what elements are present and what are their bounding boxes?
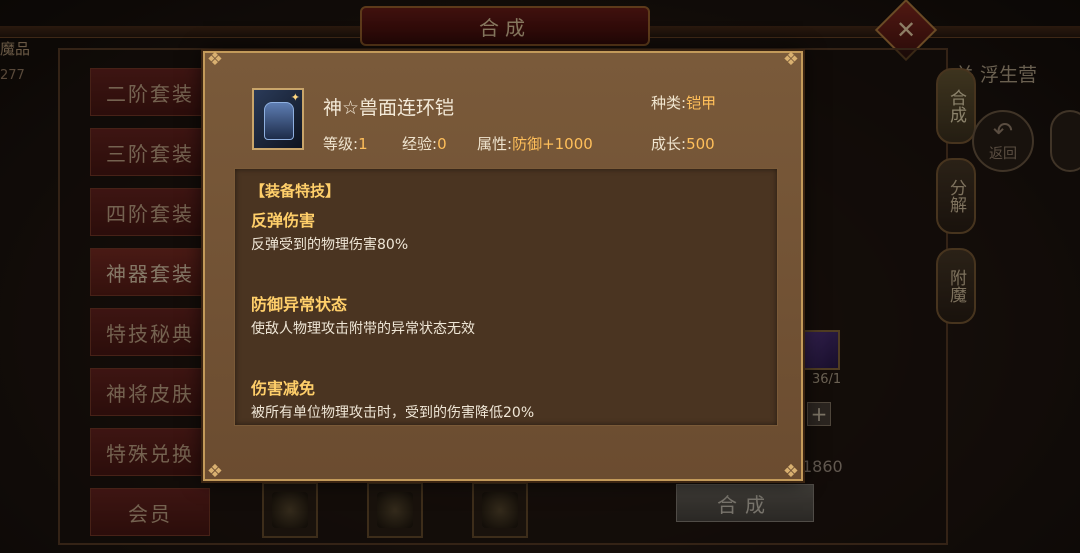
item-detail-popup: ❖ ❖ ❖ ❖ ✦ 神☆兽面连环铠 种类:铠甲 等级:1 经验:0 属性:防御+… (203, 49, 803, 482)
skill-entry: 伤害减免 被所有单位物理攻击时，受到的伤害降低20% (251, 375, 534, 422)
exp-value: 0 (437, 135, 447, 153)
growth-value: 500 (686, 135, 715, 153)
kind-value: 铠甲 (686, 94, 717, 112)
skills-panel: 【装备特技】 反弹伤害 反弹受到的物理伤害80% 防御异常状态 使敌人物理攻击附… (234, 168, 778, 426)
level-value: 1 (358, 135, 368, 153)
skill-description: 被所有单位物理攻击时，受到的伤害降低20% (251, 405, 535, 421)
skill-name: 防御异常状态 (251, 295, 348, 314)
skill-name: 伤害减免 (251, 379, 316, 398)
item-kind: 种类:铠甲 (651, 92, 716, 113)
stat-level: 等级:1 (323, 133, 368, 154)
skill-entry: 防御异常状态 使敌人物理攻击附带的异常状态无效 (251, 291, 475, 338)
skill-name: 反弹伤害 (251, 211, 316, 230)
skills-header: 【装备特技】 (250, 182, 341, 200)
growth-label: 成长: (651, 135, 687, 153)
skill-description: 使敌人物理攻击附带的异常状态无效 (251, 321, 475, 337)
stat-attribute: 属性:防御+1000 (477, 133, 593, 154)
corner-ornament-icon: ❖ (206, 49, 224, 70)
skill-entry: 反弹伤害 反弹受到的物理伤害80% (251, 207, 408, 254)
kind-label: 种类: (651, 94, 687, 112)
corner-ornament-icon: ❖ (782, 461, 800, 482)
stat-exp: 经验:0 (402, 133, 447, 154)
armor-icon: ✦ (252, 88, 304, 150)
god-badge-icon: ✦ (290, 91, 300, 104)
stat-growth: 成长:500 (651, 133, 715, 154)
item-name: 神☆兽面连环铠 (323, 97, 455, 119)
attr-label: 属性: (477, 135, 513, 153)
attr-value: 防御+1000 (512, 135, 593, 153)
corner-ornament-icon: ❖ (206, 461, 224, 482)
level-label: 等级: (323, 135, 359, 153)
skill-description: 反弹受到的物理伤害80% (251, 237, 409, 253)
armor-shape (264, 102, 294, 140)
exp-label: 经验: (402, 135, 438, 153)
corner-ornament-icon: ❖ (782, 49, 800, 70)
